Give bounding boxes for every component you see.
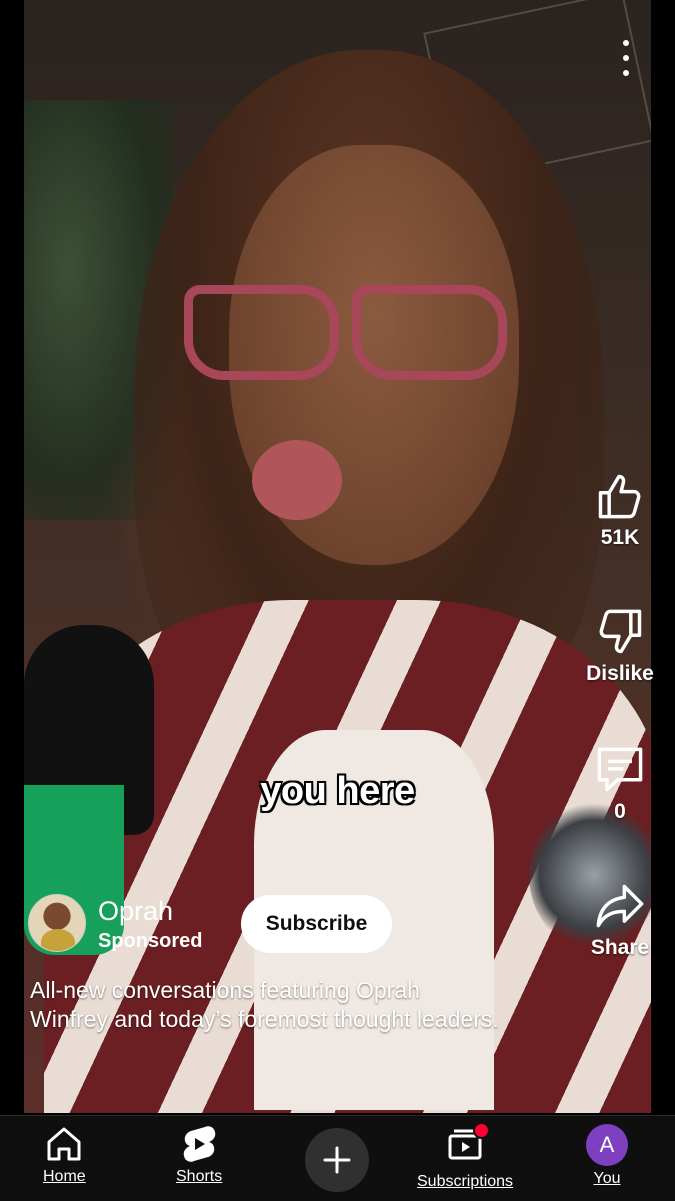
sponsored-label: Sponsored	[98, 930, 203, 952]
thumbs-down-icon	[599, 609, 642, 654]
channel-name[interactable]: Oprah	[98, 896, 173, 927]
user-avatar: A	[586, 1124, 628, 1166]
comments-button[interactable]: 0	[580, 744, 660, 824]
like-button[interactable]: 51K	[580, 470, 660, 550]
video-caption: you here	[260, 770, 415, 812]
thumbs-up-icon	[598, 474, 641, 519]
nav-home-label: Home	[43, 1168, 86, 1185]
speaker-mouth	[252, 440, 342, 520]
create-button[interactable]	[305, 1128, 369, 1192]
more-options-icon[interactable]	[612, 40, 640, 76]
subscribe-button[interactable]: Subscribe	[241, 895, 392, 953]
nav-shorts-label: Shorts	[176, 1168, 223, 1185]
dislike-label: Dislike	[586, 662, 654, 685]
comment-count: 0	[614, 800, 626, 823]
plus-icon	[323, 1146, 351, 1174]
nav-shorts[interactable]: Shorts	[176, 1124, 222, 1186]
nav-you-label: You	[593, 1170, 621, 1187]
shorts-icon	[183, 1126, 216, 1162]
nav-subscriptions-label: Subscriptions	[417, 1173, 514, 1190]
share-icon	[596, 884, 644, 928]
share-label: Share	[590, 936, 650, 959]
nav-subscriptions[interactable]: Subscriptions	[417, 1122, 514, 1191]
dislike-button[interactable]: Dislike	[580, 606, 660, 686]
notification-dot	[473, 1122, 491, 1139]
comment-icon	[597, 747, 643, 792]
speaker-glasses	[184, 285, 554, 395]
like-count: 51K	[600, 526, 640, 549]
nav-you[interactable]: A You	[586, 1124, 628, 1188]
channel-avatar[interactable]	[28, 894, 86, 952]
share-button[interactable]: Share	[580, 880, 660, 960]
video-description[interactable]: All-new conversations featuring Oprah Wi…	[30, 976, 500, 1034]
home-icon	[47, 1127, 81, 1161]
nav-home[interactable]: Home	[43, 1124, 86, 1186]
bottom-navigation: Home Shorts Subscriptions A You	[0, 1115, 675, 1201]
